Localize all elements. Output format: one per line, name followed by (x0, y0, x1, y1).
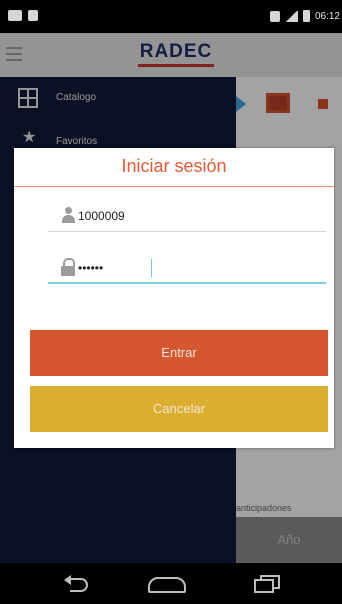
status-time: 06:12 (314, 10, 340, 22)
image-icon (28, 10, 38, 21)
battery-icon (302, 10, 310, 22)
username-field[interactable] (48, 202, 326, 232)
notification-icon (8, 10, 22, 21)
vibrate-icon (269, 10, 280, 22)
login-button[interactable]: Entrar (30, 330, 328, 376)
back-icon[interactable] (64, 574, 92, 592)
system-nav-bar (0, 563, 342, 604)
recent-apps-icon[interactable] (254, 575, 280, 593)
title-divider (14, 186, 334, 187)
text-cursor (151, 259, 152, 277)
user-icon (60, 206, 76, 224)
status-bar: 06:12 (0, 0, 342, 33)
password-field[interactable] (48, 254, 326, 284)
home-icon[interactable] (148, 577, 186, 593)
signal-icon (284, 10, 298, 22)
username-input[interactable] (78, 204, 308, 228)
lock-icon (60, 258, 76, 276)
dialog-title: Iniciar sesión (121, 156, 227, 176)
cancel-button[interactable]: Cancelar (30, 386, 328, 432)
login-dialog: Iniciar sesión Entrar Cancelar (14, 148, 334, 448)
password-input[interactable] (78, 256, 308, 280)
